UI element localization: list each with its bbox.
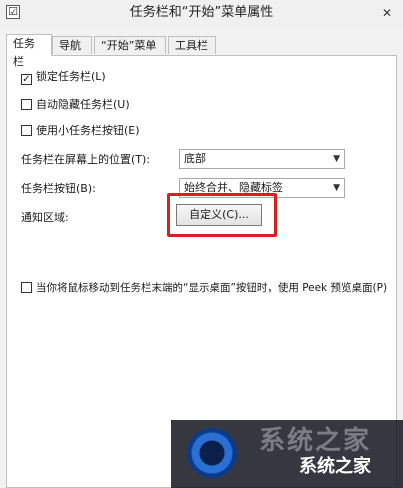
close-button[interactable]: ✕ — [371, 0, 403, 26]
tab-navigation[interactable]: 导航 — [52, 36, 92, 54]
chevron-down-icon: ▼ — [333, 183, 340, 193]
title-bar: ☑ 任务栏和“开始”菜单属性 ✕ — [0, 0, 403, 29]
chevron-down-icon: ▼ — [333, 154, 340, 164]
tab-start-menu[interactable]: “开始”菜单 — [94, 36, 166, 54]
tab-taskbar[interactable]: 任务栏 — [6, 34, 52, 68]
auto-hide-label: 自动隐藏任务栏(U) — [36, 98, 130, 111]
lock-taskbar-option[interactable]: ✓ 锁定任务栏(L) — [21, 69, 106, 85]
highlight-box — [167, 193, 277, 237]
lock-taskbar-checkbox[interactable]: ✓ — [21, 74, 32, 85]
taskbar-location-label: 任务栏在屏幕上的位置(T): — [21, 153, 151, 166]
watermark-text: 系统之家 — [299, 456, 371, 477]
site-logo-icon — [187, 428, 237, 478]
notification-area-label: 通知区域: — [21, 211, 69, 224]
peek-option[interactable]: 当你将鼠标移动到任务栏末端的“显示桌面”按钮时，使用 Peek 预览桌面(P) — [21, 280, 391, 296]
watermark-banner: 系统之家 系统之家 — [171, 420, 403, 488]
auto-hide-option[interactable]: 自动隐藏任务栏(U) — [21, 97, 130, 113]
taskbar-location-value: 底部 — [184, 152, 206, 165]
taskbar-buttons-label: 任务栏按钮(B): — [21, 182, 96, 195]
small-buttons-option[interactable]: 使用小任务栏按钮(E) — [21, 123, 140, 139]
window-title: 任务栏和“开始”菜单属性 — [129, 5, 274, 20]
taskbar-location-dropdown[interactable]: 底部 ▼ — [179, 149, 345, 169]
small-buttons-label: 使用小任务栏按钮(E) — [36, 124, 140, 137]
lock-taskbar-label: 锁定任务栏(L) — [36, 70, 106, 83]
peek-label: 当你将鼠标移动到任务栏末端的“显示桌面”按钮时，使用 Peek 预览桌面(P) — [36, 282, 388, 294]
auto-hide-checkbox[interactable] — [21, 99, 32, 110]
tab-toolbars[interactable]: 工具栏 — [168, 36, 216, 54]
peek-checkbox[interactable] — [21, 282, 32, 293]
small-buttons-checkbox[interactable] — [21, 125, 32, 136]
